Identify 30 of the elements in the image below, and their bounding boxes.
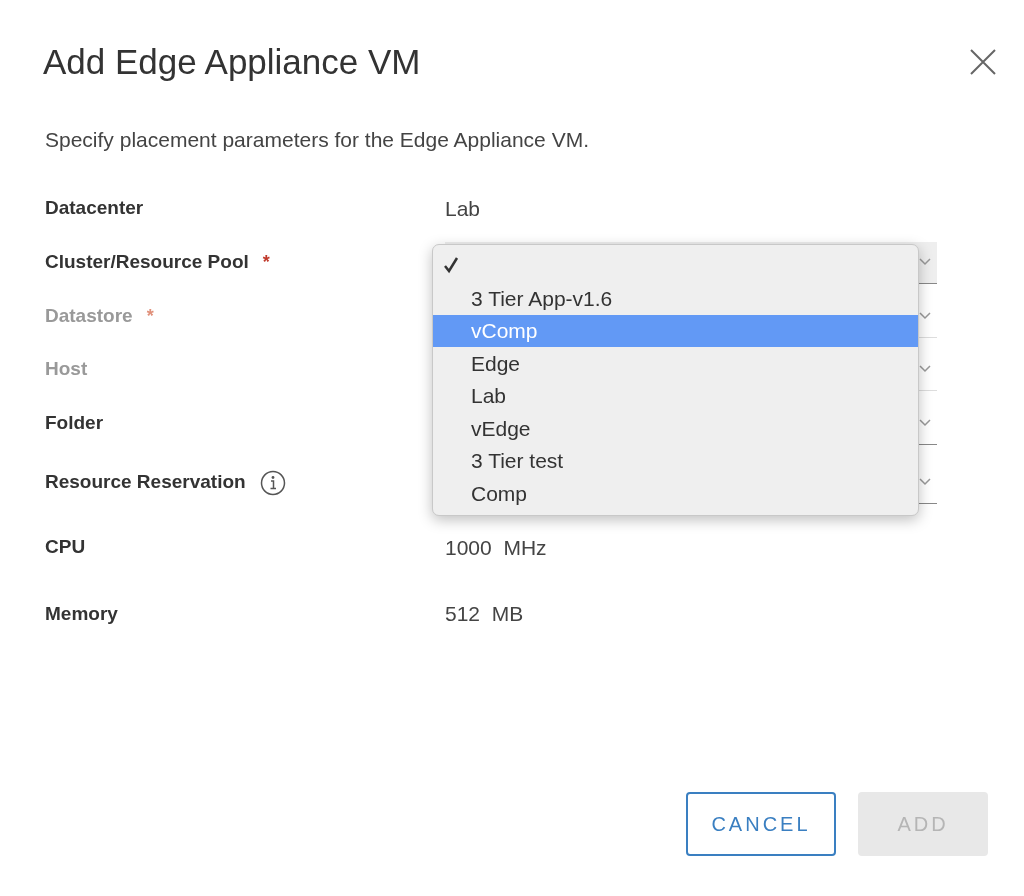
dropdown-option[interactable]: Comp: [433, 477, 918, 510]
field-label: Datacenter: [45, 196, 144, 221]
field-label: Folder: [45, 411, 104, 436]
chevron-icon: [919, 419, 931, 427]
required-mark: *: [262, 251, 270, 274]
field-value: Lab: [445, 195, 482, 222]
field-label: CPU: [45, 535, 86, 560]
close-icon[interactable]: [968, 47, 998, 77]
chevron-icon: [919, 365, 931, 373]
field-value: 1000 MHz: [445, 534, 548, 561]
dropdown-option[interactable]: 3 Tier test: [433, 444, 918, 477]
dropdown-option[interactable]: Lab: [433, 379, 918, 412]
field-value: 512 MB: [445, 601, 525, 628]
dialog-title: Add Edge Appliance VM: [43, 41, 421, 83]
field-label: Resource Reservation: [45, 470, 246, 495]
field-label: Datastore: [45, 304, 133, 329]
checkmark-icon: [443, 255, 459, 274]
field-label: Cluster/Resource Pool: [45, 250, 249, 275]
chevron-icon: [919, 258, 931, 266]
dialog-button[interactable]: CANCEL: [686, 792, 836, 856]
dropdown-option[interactable]: vEdge: [433, 412, 918, 445]
chevron-icon: [919, 478, 931, 486]
dropdown-option[interactable]: 3 Tier App-v1.6: [433, 282, 918, 315]
dropdown-option[interactable]: Edge: [433, 347, 918, 380]
description: Specify placement parameters for the Edge Appliance VM.: [44, 127, 590, 153]
field-label: Host: [45, 357, 88, 382]
info-icon[interactable]: [259, 469, 286, 496]
required-mark: *: [146, 305, 154, 328]
field-label: Memory: [45, 601, 118, 626]
chevron-icon: [919, 312, 931, 320]
